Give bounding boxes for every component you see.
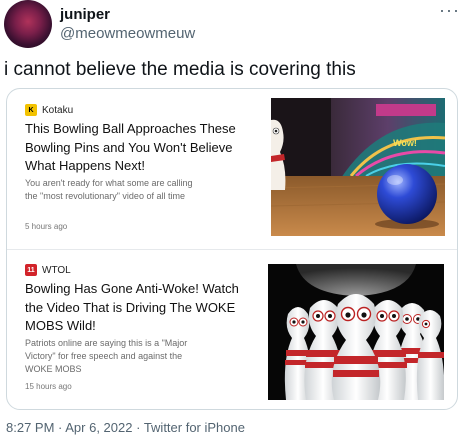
tweet-client[interactable]: Twitter for iPhone xyxy=(144,420,245,435)
article-thumbnail[interactable]: Wow! xyxy=(271,98,445,236)
article-source: K Kotaku xyxy=(25,104,73,116)
tweet-time[interactable]: 8:27 PM xyxy=(6,420,54,435)
screenshot-card[interactable]: K Kotaku This Bowling Ball Approaches Th… xyxy=(6,88,458,410)
source-name: Kotaku xyxy=(42,104,74,116)
tweet: juniper @meowmeowmeuw ··· i cannot belie… xyxy=(0,0,474,440)
wtol-logo-icon: 11 xyxy=(25,264,37,276)
article-age: 15 hours ago xyxy=(25,382,72,391)
news-article[interactable]: 11 WTOL Bowling Has Gone Anti-Woke! Watc… xyxy=(7,249,457,409)
separator: · xyxy=(132,420,144,435)
source-name: WTOL xyxy=(42,264,71,276)
article-age: 5 hours ago xyxy=(25,222,68,231)
avatar[interactable] xyxy=(4,0,52,48)
separator: · xyxy=(54,420,66,435)
article-summary: Patriots online are saying this is a "Ma… xyxy=(25,338,188,374)
tweet-date[interactable]: Apr 6, 2022 xyxy=(65,420,132,435)
article-headline[interactable]: Bowling Has Gone Anti-Woke! Watch the Vi… xyxy=(25,280,245,336)
tweet-text: i cannot believe the media is covering t… xyxy=(4,59,356,80)
thumb-sign-text: Wow! xyxy=(393,138,417,148)
news-article[interactable]: K Kotaku This Bowling Ball Approaches Th… xyxy=(7,89,457,249)
bowling-pins-image xyxy=(268,264,444,400)
bowling-ball-image: Wow! xyxy=(271,98,445,236)
tweet-metadata: 8:27 PM · Apr 6, 2022 · Twitter for iPho… xyxy=(6,420,245,435)
article-headline[interactable]: This Bowling Ball Approaches These Bowli… xyxy=(25,120,245,176)
display-name[interactable]: juniper xyxy=(60,6,110,23)
article-thumbnail[interactable] xyxy=(268,264,444,400)
user-handle[interactable]: @meowmeowmeuw xyxy=(60,25,195,42)
article-summary: You aren't ready for what some are calli… xyxy=(25,178,193,201)
article-source: 11 WTOL xyxy=(25,264,71,276)
kotaku-logo-icon: K xyxy=(25,104,37,116)
more-horizontal-icon[interactable]: ··· xyxy=(439,0,460,21)
